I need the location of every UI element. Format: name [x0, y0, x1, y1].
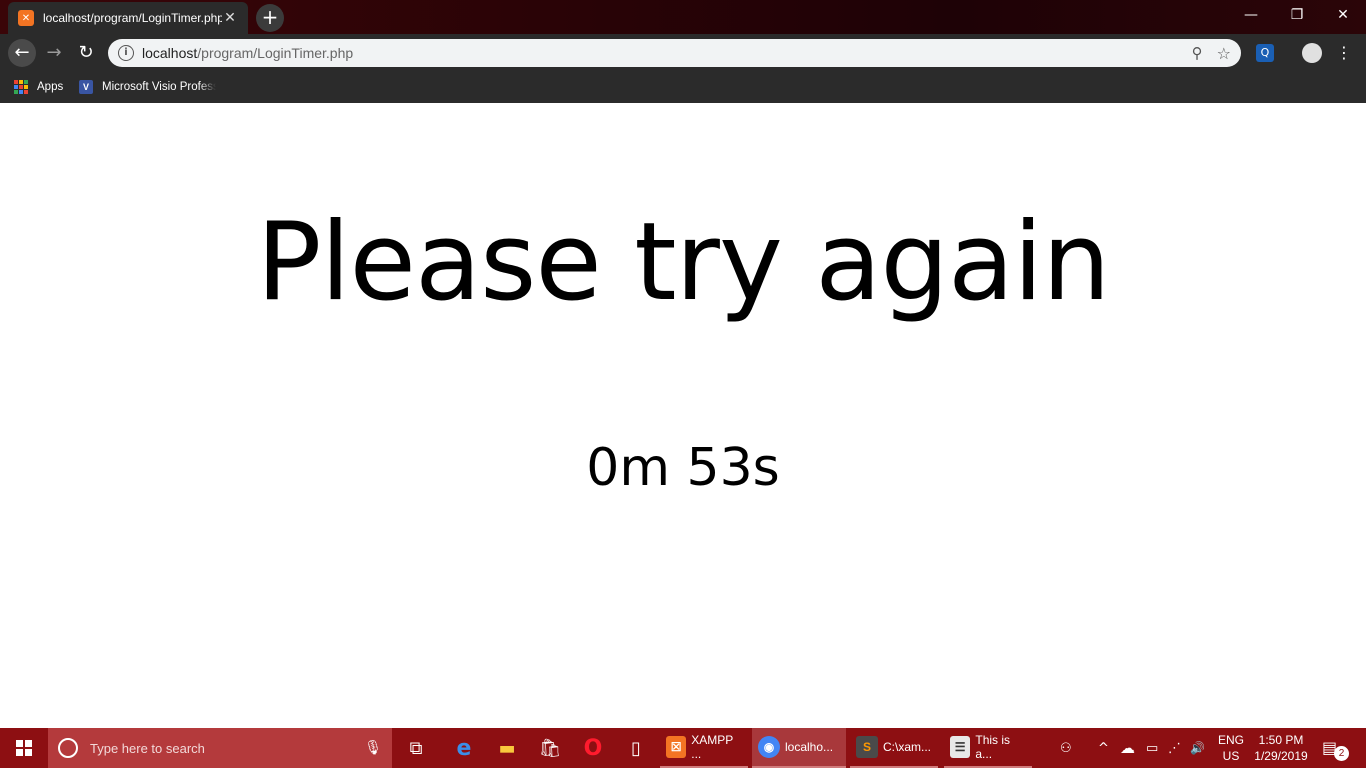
bookmark-visio-label: Microsoft Visio Professional [102, 81, 216, 93]
file-explorer-icon[interactable]: ▬ [485, 728, 529, 768]
taskbar-app-chrome[interactable]: ◉ localho... [752, 728, 846, 768]
language-indicator[interactable]: ENG US [1216, 732, 1246, 764]
bookmark-apps[interactable]: Apps [14, 78, 63, 96]
show-hidden-icons-chevron[interactable]: ^ [1098, 728, 1109, 768]
browser-title-bar: ✕ localhost/program/LoginTimer.php ✕ + —… [0, 0, 1366, 34]
maximize-button[interactable]: ❐ [1274, 0, 1320, 30]
page-content: Please try again 0m 53s [0, 103, 1366, 728]
xampp-icon: ✕ [18, 10, 34, 26]
chrome-icon: ◉ [758, 736, 780, 758]
xampp-icon: ☒ [666, 736, 687, 758]
taskbar-app-xampp[interactable]: ☒ XAMPP ... [660, 728, 748, 768]
url-text[interactable]: localhost/program/LoginTimer.php [142, 45, 1192, 61]
tab-title: localhost/program/LoginTimer.php [43, 11, 222, 25]
taskbar-app-sublime[interactable]: S C:\xam... [850, 728, 938, 768]
store-icon[interactable]: 🛍 [528, 728, 572, 768]
bookmarks-bar: Apps V Microsoft Visio Professional [0, 72, 1366, 103]
extension-icon[interactable]: Q [1256, 44, 1274, 62]
windows-logo-icon [16, 740, 32, 756]
language-code: ENG [1217, 733, 1244, 747]
visio-icon: V [79, 80, 93, 94]
back-button[interactable]: ← [8, 39, 36, 67]
start-button[interactable] [0, 728, 48, 768]
language-region: US [1222, 749, 1240, 763]
reload-button[interactable]: ↻ [72, 39, 100, 67]
task-view-icon[interactable]: ⧉ [394, 728, 438, 768]
battery-icon[interactable]: ▭ [1146, 728, 1158, 768]
bookmark-visio[interactable]: V Microsoft Visio Professional [79, 78, 216, 96]
address-bar[interactable]: i localhost/program/LoginTimer.php ⚲ ☆ [108, 39, 1241, 67]
people-icon[interactable]: ⚇ [1060, 728, 1072, 768]
onedrive-icon[interactable]: ☁ [1120, 728, 1135, 768]
forward-button[interactable]: → [40, 39, 68, 67]
new-tab-button[interactable]: + [256, 4, 284, 32]
cortana-icon [58, 738, 78, 758]
url-path: /program/LoginTimer.php [197, 45, 354, 61]
bookmark-apps-label: Apps [37, 81, 64, 93]
search-placeholder: Type here to search [90, 740, 205, 756]
action-center-button[interactable]: ▤ 2 [1322, 738, 1349, 761]
close-tab-icon[interactable]: ✕ [222, 10, 238, 26]
network-icon[interactable]: ⋰ [1168, 728, 1181, 768]
bookmark-star-icon[interactable]: ☆ [1217, 44, 1231, 63]
microphone-icon[interactable]: 🎙 [364, 740, 382, 756]
taskbar-app-label: localho... [785, 740, 834, 754]
page-headline: Please try again [256, 200, 1110, 325]
volume-icon[interactable]: 🔊 [1190, 728, 1205, 768]
taskbar-app-notepad[interactable]: ☰ This is a... [944, 728, 1032, 768]
browser-tab[interactable]: ✕ localhost/program/LoginTimer.php ✕ [8, 2, 248, 34]
site-info-icon[interactable]: i [118, 45, 134, 61]
opera-icon[interactable]: O [571, 728, 615, 768]
windows-taskbar: Type here to search 🎙 ⧉ e ▬ 🛍 O ▯ ☒ XAMP… [0, 728, 1366, 768]
taskbar-app-label: C:\xam... [883, 740, 932, 754]
profile-avatar[interactable] [1302, 43, 1322, 63]
url-host: localhost [142, 45, 198, 61]
browser-toolbar: ← → ↻ i localhost/program/LoginTimer.php… [0, 34, 1366, 72]
sublime-icon: S [856, 736, 878, 758]
taskbar-app-label: XAMPP ... [691, 733, 734, 761]
minimize-button[interactable]: — [1228, 0, 1274, 30]
taskbar-app-label: This is a... [975, 733, 1011, 761]
notepad-icon: ☰ [950, 736, 971, 758]
apps-grid-icon [14, 80, 28, 94]
notification-count-badge: 2 [1334, 746, 1349, 761]
clock-date: 1/29/2019 [1254, 749, 1308, 763]
clock-time: 1:50 PM [1258, 733, 1304, 747]
taskbar-search-box[interactable]: Type here to search 🎙 [48, 728, 392, 768]
file-icon[interactable]: ▯ [614, 728, 658, 768]
edge-icon[interactable]: e [442, 728, 486, 768]
close-window-button[interactable]: ✕ [1320, 0, 1366, 30]
countdown-timer: 0m 53s [586, 438, 780, 498]
zoom-icon[interactable]: ⚲ [1192, 44, 1203, 62]
browser-menu-icon[interactable]: ⋮ [1336, 42, 1352, 64]
taskbar-clock[interactable]: 1:50 PM 1/29/2019 [1250, 732, 1312, 764]
